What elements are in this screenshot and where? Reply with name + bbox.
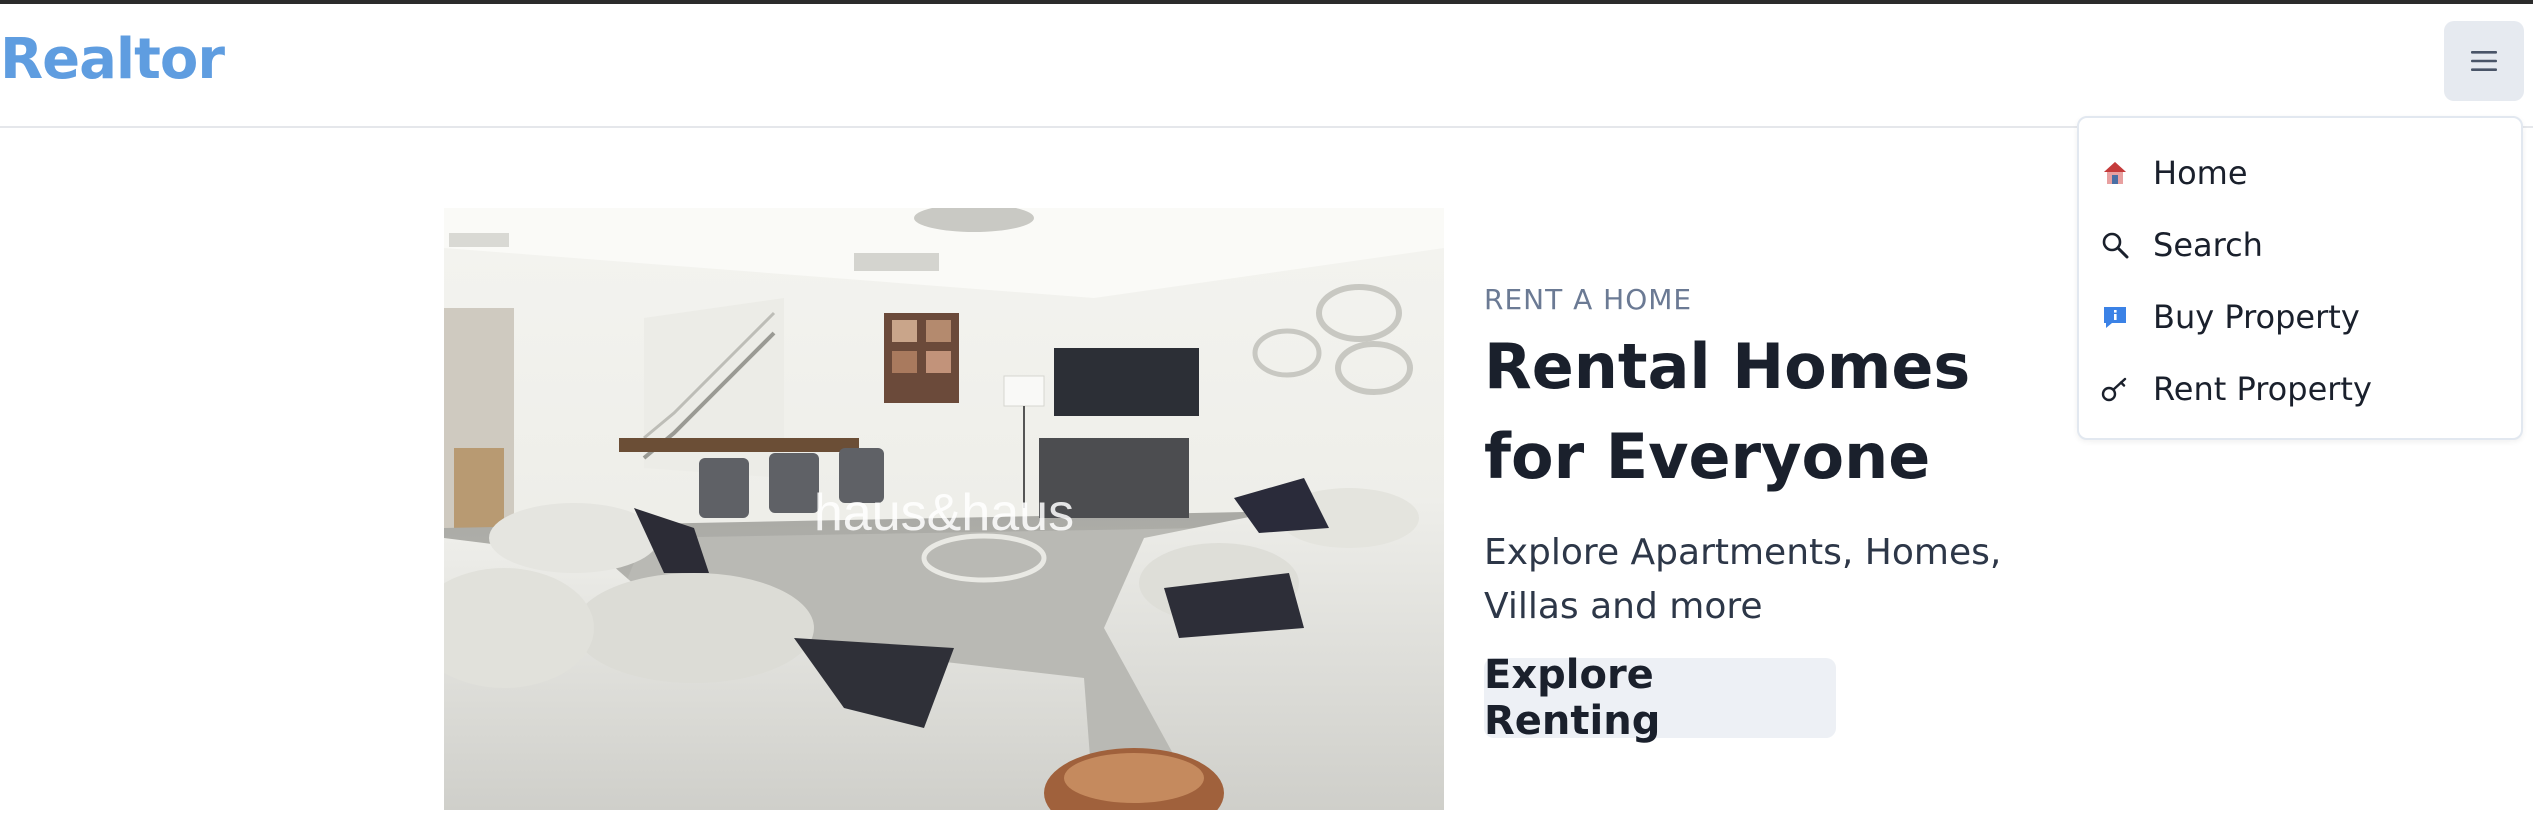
- photo-watermark: haus&haus: [814, 484, 1074, 542]
- hero-living-room-photo: haus&haus: [444, 208, 1444, 810]
- hero-eyebrow: RENT A HOME: [1484, 283, 1693, 316]
- nav-dropdown-menu: Home Search Buy Property Rent Property: [2077, 116, 2523, 440]
- hero-title: Rental Homes for Everyone: [1484, 330, 1971, 493]
- hero-description: Explore Apartments, Homes, Villas and mo…: [1484, 532, 2002, 627]
- hamburger-icon: [2471, 51, 2497, 71]
- menu-item-rent-property[interactable]: Rent Property: [2079, 353, 2521, 425]
- key-icon: [2101, 375, 2129, 403]
- menu-item-label: Home: [2153, 154, 2248, 192]
- explore-renting-button[interactable]: Explore Renting: [1484, 652, 1836, 744]
- menu-item-label: Rent Property: [2153, 370, 2372, 408]
- menu-item-label: Search: [2153, 226, 2263, 264]
- menu-item-search[interactable]: Search: [2079, 209, 2521, 281]
- search-icon: [2101, 231, 2129, 259]
- menu-toggle-button[interactable]: [2444, 21, 2524, 101]
- brand-logo[interactable]: Realtor: [0, 32, 225, 88]
- menu-item-home[interactable]: Home: [2079, 137, 2521, 209]
- navbar: Realtor: [0, 4, 2533, 128]
- house-icon: [2101, 159, 2129, 187]
- menu-item-buy-property[interactable]: Buy Property: [2079, 281, 2521, 353]
- info-badge-icon: [2101, 303, 2129, 331]
- menu-item-label: Buy Property: [2153, 298, 2360, 336]
